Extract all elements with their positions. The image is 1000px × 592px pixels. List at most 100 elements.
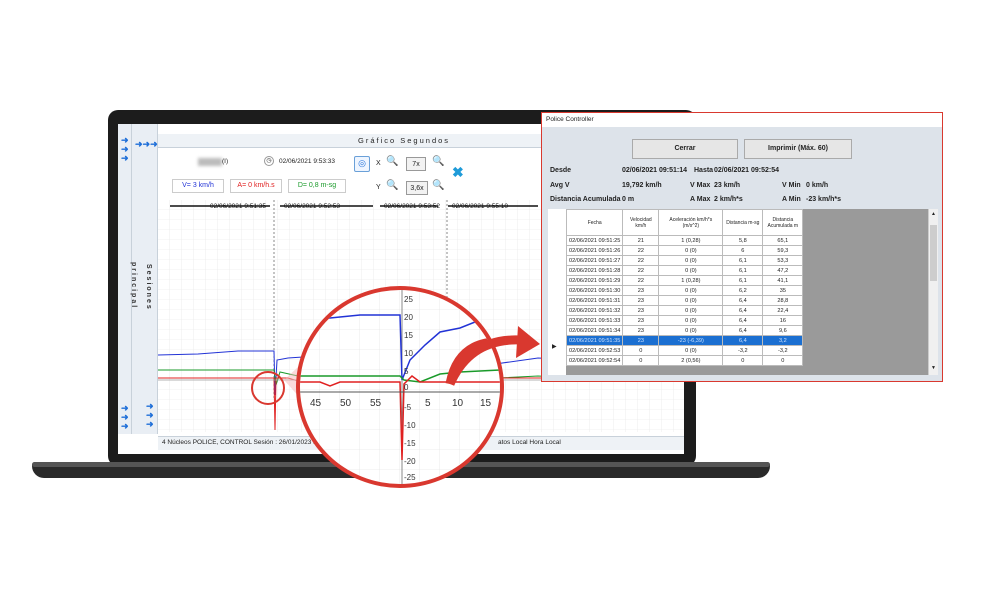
table-cell: 6,1 <box>722 255 764 266</box>
table-cell: 6 <box>722 245 764 256</box>
table-row[interactable]: 02/06/2021 09:52:53 0 0 (0) -3,2 -3,2 <box>565 345 804 356</box>
table-cell: 02/06/2021 09:51:32 <box>565 305 624 316</box>
table-cell: 53,3 <box>762 255 804 266</box>
x-zoom-in-icon[interactable]: 🔍 <box>432 156 446 170</box>
data-grid: ▶ Fecha Velocidad km/h Aceleración km/h*… <box>548 209 938 375</box>
table-cell: 23 <box>622 305 660 316</box>
print-button[interactable]: Imprimir (Máx. 60) <box>744 139 852 159</box>
table-row[interactable]: 02/06/2021 09:51:27 22 0 (0) 6,1 53,3 <box>565 255 804 266</box>
table-cell: 02/06/2021 09:52:54 <box>565 355 624 366</box>
mag-x-tick: 45 <box>310 398 322 409</box>
legend-distance: D= 0,8 m-sg <box>288 179 346 193</box>
table-row[interactable]: 02/06/2021 09:51:30 23 0 (0) 6,2 35 <box>565 285 804 296</box>
table-cell: 22 <box>622 245 660 256</box>
table-row[interactable]: 02/06/2021 09:52:54 0 2 (0,56) 0 0 <box>565 355 804 366</box>
scroll-down-icon[interactable]: ▼ <box>931 365 936 371</box>
table-cell: 23 <box>622 335 660 346</box>
table-cell: 23 <box>622 315 660 326</box>
table-row[interactable]: 02/06/2021 09:51:34 23 0 (0) 6,4 9,6 <box>565 325 804 336</box>
column-header[interactable]: Velocidad km/h <box>622 209 660 236</box>
table-row[interactable]: 02/06/2021 09:51:33 23 0 (0) 6,4 16 <box>565 315 804 326</box>
distance-label: Distancia Acumulada <box>550 196 621 203</box>
table-cell: 0 (0) <box>658 285 724 296</box>
table-cell: 22 <box>622 265 660 276</box>
table-cell: 02/06/2021 09:51:34 <box>565 325 624 336</box>
v-min-label: V Min <box>782 182 801 189</box>
table-row[interactable]: 02/06/2021 09:51:25 21 1 (0,28) 5,8 65,1 <box>565 235 804 246</box>
table-cell: 5,8 <box>722 235 764 246</box>
mag-x-tick: 10 <box>452 398 464 409</box>
y-zoom-value[interactable]: 3,6x <box>406 181 428 195</box>
a-min-value: -23 km/h*s <box>806 196 842 203</box>
distance-value: 0 m <box>622 196 635 203</box>
table-cell: 02/06/2021 09:51:28 <box>565 265 624 276</box>
table-cell: 6,4 <box>722 315 764 326</box>
expand-arrows-icon[interactable]: ➜ ➜ ➜ <box>121 136 129 163</box>
sessions-bottom-arrows-icon[interactable]: ➜ ➜ ➜ <box>146 402 154 429</box>
table-cell: 21 <box>622 235 660 246</box>
mag-y-tick: -5 <box>404 403 412 412</box>
table-cell: 2 (0,56) <box>658 355 724 366</box>
scrollbar-thumb[interactable] <box>930 225 937 281</box>
column-header[interactable]: Distancia Acumulada m <box>762 209 804 236</box>
table-cell: 0 <box>622 345 660 356</box>
desde-label: Desde <box>550 167 572 174</box>
table-row[interactable]: 02/06/2021 09:51:29 22 1 (0,28) 6,1 41,1 <box>565 275 804 286</box>
clock-icon: ◷ <box>264 156 274 166</box>
table-cell: -3,2 <box>762 345 804 356</box>
blurred-device-name <box>198 158 222 166</box>
sessions-arrows-icon[interactable]: ➜➜➜ <box>135 140 158 149</box>
column-header[interactable]: Distancia m-sg <box>722 209 764 236</box>
mag-x-tick: 50 <box>340 398 352 409</box>
table-cell: 0 (0) <box>658 315 724 326</box>
time-marker-1: 02/06/2021 9:51:35 <box>210 203 266 210</box>
collapse-arrows-icon[interactable]: ➜ ➜ ➜ <box>121 404 129 431</box>
table-cell: 0 (0) <box>658 245 724 256</box>
table-cell: 6,1 <box>722 265 764 276</box>
table-row[interactable]: 02/06/2021 09:51:32 23 0 (0) 6,4 22,4 <box>565 305 804 316</box>
mag-y-tick: -10 <box>404 421 416 430</box>
scroll-up-icon[interactable]: ▲ <box>931 211 936 217</box>
sessions-rail: ➜➜➜ principal Sesiones ➜ ➜ ➜ <box>130 124 158 434</box>
mag-x-tick: 55 <box>370 398 382 409</box>
table-cell: 22 <box>622 275 660 286</box>
row-header-column: ▶ <box>548 209 566 375</box>
column-header[interactable]: Fecha <box>565 209 624 236</box>
a-max-label: A Max <box>690 196 711 203</box>
table-cell: 1 (0,28) <box>658 235 724 246</box>
chart-title: Gráfico Segundos <box>358 136 451 145</box>
table-cell: 22,4 <box>762 305 804 316</box>
table-row[interactable]: 02/06/2021 09:51:31 23 0 (0) 6,4 28,8 <box>565 295 804 306</box>
column-header[interactable]: Aceleración km/h*s (m/s^2) <box>658 209 724 236</box>
x-zoom-value[interactable]: 7x <box>406 157 426 171</box>
table-cell: 35 <box>762 285 804 296</box>
y-axis-label: Y <box>376 184 381 191</box>
table-cell: 41,1 <box>762 275 804 286</box>
close-button[interactable]: Cerrar <box>632 139 738 159</box>
table-row[interactable]: 02/06/2021 09:51:26 22 0 (0) 6 59,3 <box>565 245 804 256</box>
y-zoom-in-icon[interactable]: 🔍 <box>432 180 446 194</box>
table-cell: 23 <box>622 295 660 306</box>
table-cell: 9,6 <box>762 325 804 336</box>
table-cell: 02/06/2021 09:51:30 <box>565 285 624 296</box>
table-cell: 02/06/2021 09:51:26 <box>565 245 624 256</box>
table-cell: 59,3 <box>762 245 804 256</box>
table-cell: 0 <box>622 355 660 366</box>
data-table: Fecha Velocidad km/h Aceleración km/h*s … <box>565 209 804 366</box>
table-cell: 0 (0) <box>658 305 724 316</box>
mag-y-tick: -20 <box>404 457 416 466</box>
table-cell: 0 (0) <box>658 295 724 306</box>
table-cell: 22 <box>622 255 660 266</box>
time-marker-4: 02/06/2021 9:55:10 <box>452 203 508 210</box>
table-row[interactable]: 02/06/2021 09:51:35 23 -23 (-6,39) 6,4 3,2 <box>565 335 804 346</box>
refresh-icon[interactable]: ◎ <box>354 156 370 172</box>
table-cell: 02/06/2021 09:52:53 <box>565 345 624 356</box>
mag-y-tick: 15 <box>404 331 413 340</box>
datetime-display: 02/06/2021 9:53:33 <box>279 158 336 165</box>
vertical-scrollbar[interactable]: ▲ ▼ <box>928 209 938 375</box>
y-zoom-out-icon[interactable]: 🔍 <box>386 180 400 194</box>
time-marker-2: 02/06/2021 9:52:53 <box>284 203 340 210</box>
tools-icon[interactable]: ✖ <box>452 164 470 182</box>
table-row[interactable]: 02/06/2021 09:51:28 22 0 (0) 6,1 47,2 <box>565 265 804 276</box>
x-zoom-out-icon[interactable]: 🔍 <box>386 156 400 170</box>
